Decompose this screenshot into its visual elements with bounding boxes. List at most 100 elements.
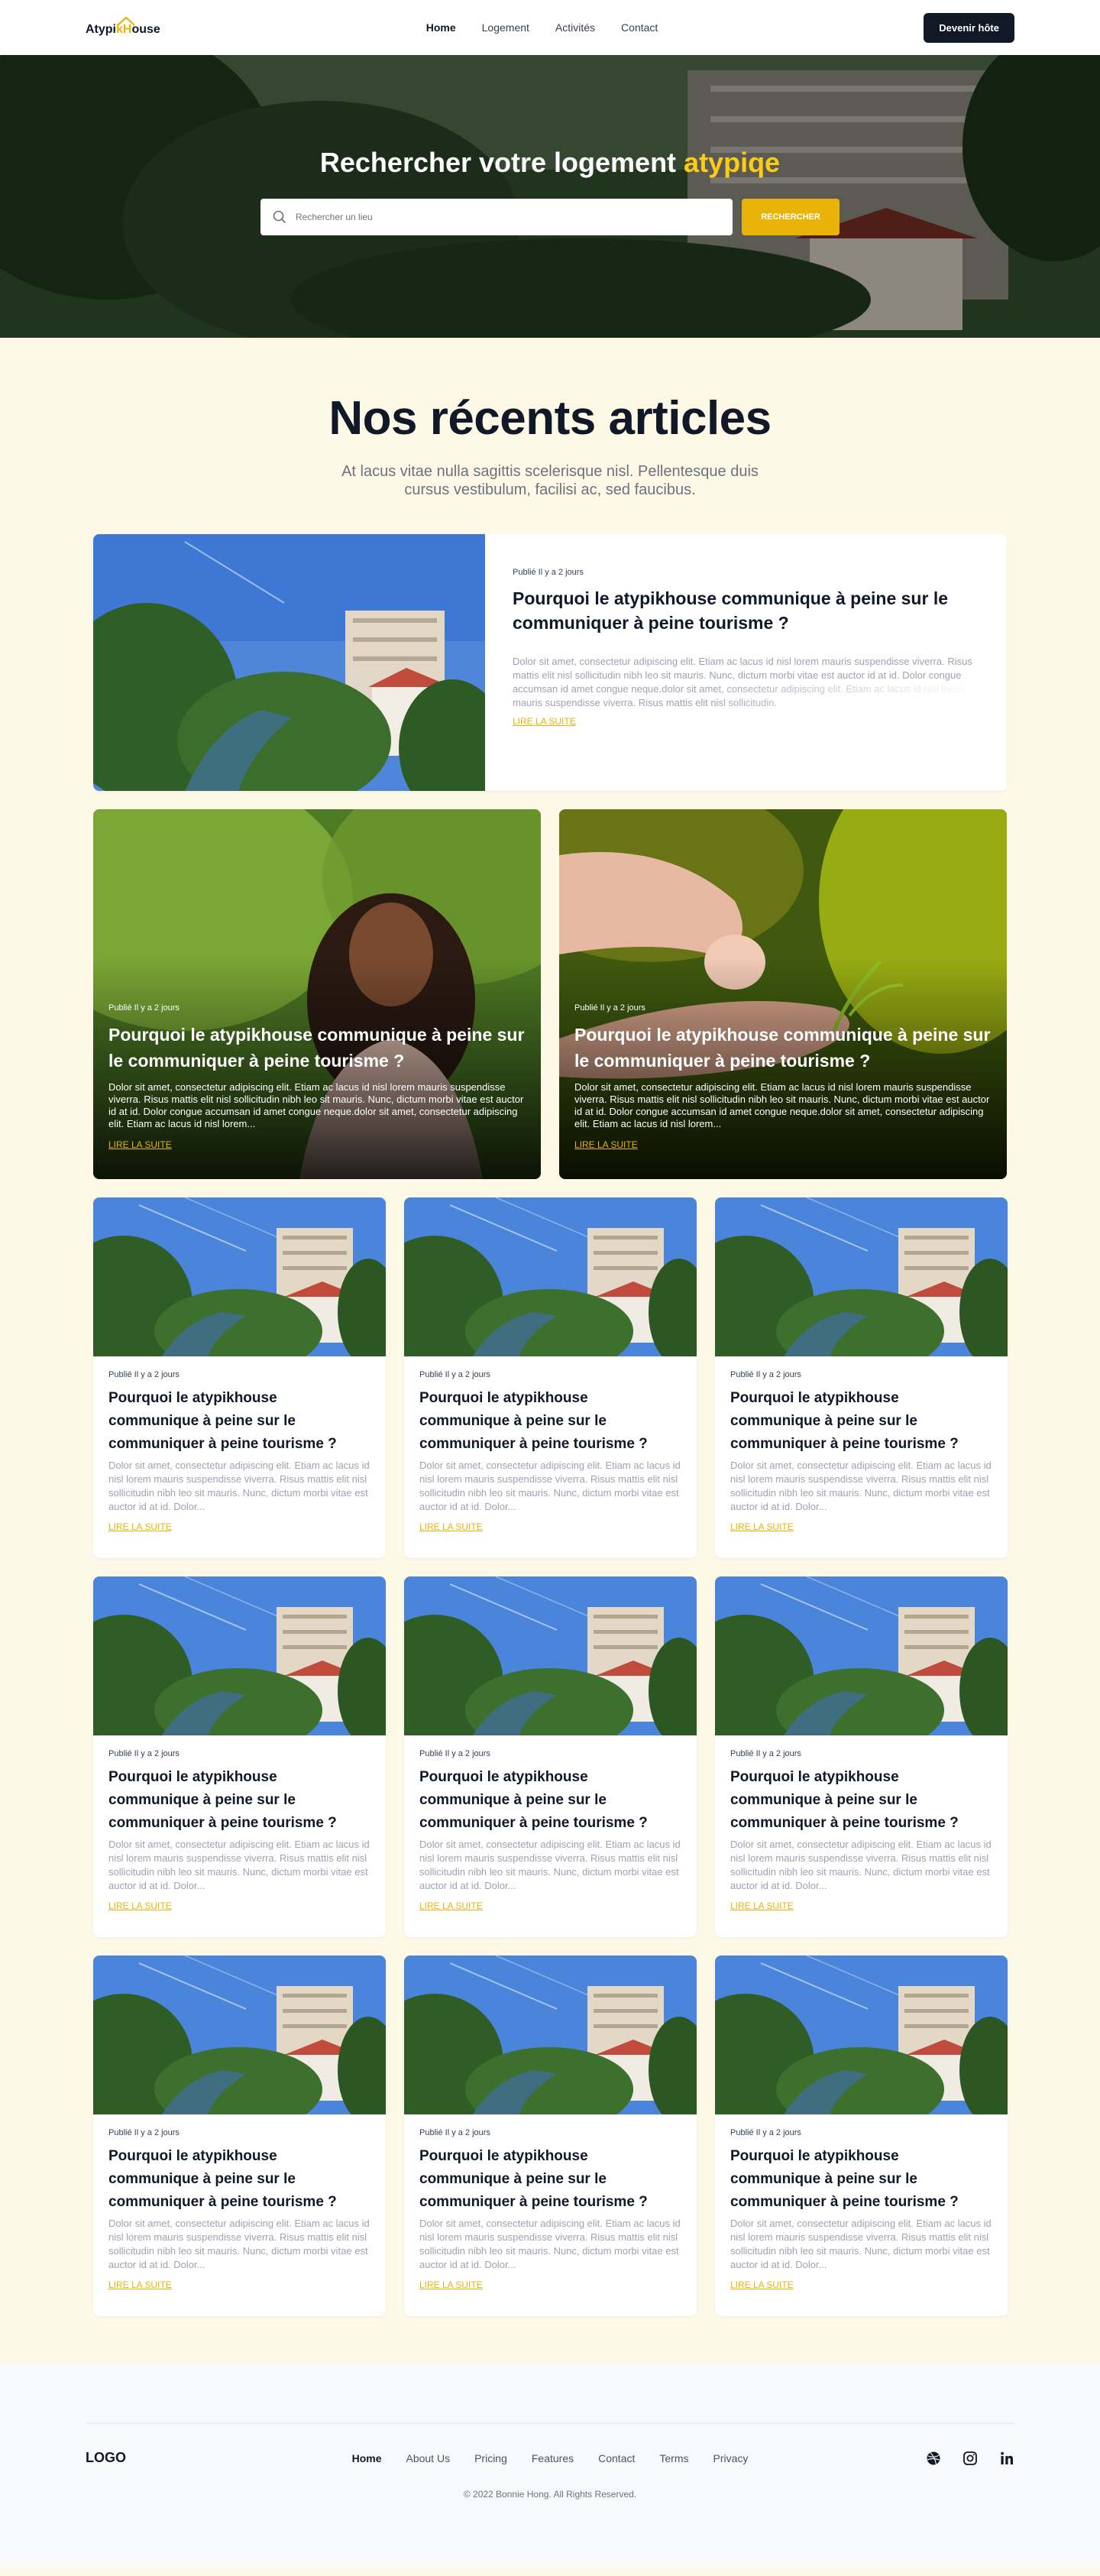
article-excerpt: Dolor sit amet, consectetur adipiscing e… (108, 1081, 524, 1129)
article-card[interactable]: Publié Il y a 2 jours Pourquoi le atypik… (715, 1955, 1008, 2316)
article-date: Publié Il y a 2 jours (419, 1370, 490, 1379)
article-card-body: Publié Il y a 2 jours Pourquoi le atypik… (93, 1735, 386, 1913)
nav-link-contact[interactable]: Contact (621, 21, 658, 34)
footer-logo[interactable]: LOGO (86, 2450, 238, 2466)
articles-section: Nos récents articles At lacus vitae null… (0, 338, 1100, 2362)
hero-title: Rechercher votre logement atypiqe (0, 147, 1100, 179)
article-excerpt: Dolor sit amet, consectetur adipiscing e… (730, 1460, 992, 1512)
footer-link-pricing[interactable]: Pricing (474, 2452, 507, 2464)
article-card-body: Publié Il y a 2 jours Pourquoi le atypik… (715, 2114, 1008, 2292)
article-card[interactable]: Publié Il y a 2 jours Pourquoi le atypik… (93, 1955, 386, 2316)
nav-link-home[interactable]: Home (426, 21, 456, 34)
linkedin-icon[interactable] (999, 2451, 1014, 2466)
article-date: Publié Il y a 2 jours (513, 568, 584, 577)
article-title[interactable]: Pourquoi le atypikhouse communique à pei… (419, 1766, 681, 1835)
search-button[interactable]: RECHERCHER (742, 199, 840, 235)
article-card-image (404, 1197, 697, 1356)
article-card-body: Publié Il y a 2 jours Pourquoi le atypik… (93, 2114, 386, 2292)
overlay-article-body: Publié Il y a 2 jours Pourquoi le atypik… (574, 1003, 992, 1152)
section-subtitle: At lacus vitae nulla sagittis scelerisqu… (341, 463, 759, 498)
article-title[interactable]: Pourquoi le atypikhouse communique à pei… (108, 1766, 370, 1835)
article-title[interactable]: Pourquoi le atypikhouse communique à pei… (108, 2145, 370, 2214)
footer-link-features[interactable]: Features (532, 2452, 574, 2464)
article-title[interactable]: Pourquoi le atypikhouse communique à pei… (730, 2145, 992, 2214)
article-card-body: Publié Il y a 2 jours Pourquoi le atypik… (715, 1356, 1008, 1534)
article-card[interactable]: Publié Il y a 2 jours Pourquoi le atypik… (93, 1197, 386, 1558)
article-excerpt: Dolor sit amet, consectetur adipiscing e… (419, 2218, 681, 2270)
read-more-link[interactable]: LIRE LA SUITE (108, 1900, 172, 1911)
article-title[interactable]: Pourquoi le atypikhouse communique à pei… (574, 1022, 992, 1074)
search-bar: RECHERCHER (0, 199, 1100, 235)
footer-link-contact[interactable]: Contact (598, 2452, 635, 2464)
instagram-icon[interactable] (962, 2451, 978, 2466)
article-title[interactable]: Pourquoi le atypikhouse communique à pei… (730, 1766, 992, 1835)
dribbble-icon[interactable] (926, 2451, 941, 2466)
article-card[interactable]: Publié Il y a 2 jours Pourquoi le atypik… (93, 1576, 386, 1937)
article-card[interactable]: Publié Il y a 2 jours Pourquoi le atypik… (404, 1576, 697, 1937)
section-title: Nos récents articles (328, 392, 772, 445)
article-excerpt: Dolor sit amet, consectetur adipiscing e… (730, 1839, 992, 1891)
article-title[interactable]: Pourquoi le atypikhouse communique à pei… (730, 1387, 992, 1456)
read-more-link[interactable]: LIRE LA SUITE (108, 1139, 172, 1150)
article-excerpt: Dolor sit amet, consectetur adipiscing e… (108, 1839, 370, 1891)
article-card-body: Publié Il y a 2 jours Pourquoi le atypik… (93, 1356, 386, 1534)
article-card-image (93, 1955, 386, 2114)
article-card[interactable]: Publié Il y a 2 jours Pourquoi le atypik… (404, 1955, 697, 2316)
top-navbar: Atypi kH ouse Home Logement Activités Cont… (0, 0, 1100, 55)
hero-title-accent: atypiqe (684, 147, 781, 178)
become-host-button[interactable]: Devenir hôte (924, 12, 1014, 43)
footer-nav: Home About Us Pricing Features Contact T… (352, 2452, 749, 2464)
article-date: Publié Il y a 2 jours (419, 2128, 490, 2137)
article-excerpt: Dolor sit amet, consectetur adipiscing e… (108, 1460, 370, 1512)
article-excerpt: Dolor sit amet, consectetur adipiscing e… (574, 1081, 990, 1129)
search-input[interactable] (296, 212, 720, 222)
read-more-link[interactable]: LIRE LA SUITE (419, 1521, 483, 1532)
read-more-link[interactable]: LIRE LA SUITE (513, 716, 576, 727)
read-more-link[interactable]: LIRE LA SUITE (730, 2280, 794, 2290)
read-more-link[interactable]: LIRE LA SUITE (419, 2280, 483, 2290)
article-card-image (93, 1197, 386, 1356)
article-title[interactable]: Pourquoi le atypikhouse communique à pei… (513, 586, 988, 635)
nav-link-logement[interactable]: Logement (482, 21, 529, 34)
site-footer: LOGO Home About Us Pricing Features Cont… (0, 2362, 1100, 2567)
article-date: Publié Il y a 2 jours (108, 1003, 180, 1013)
article-card-image (404, 1955, 697, 2114)
article-card-body: Publié Il y a 2 jours Pourquoi le atypik… (404, 1735, 697, 1913)
read-more-link[interactable]: LIRE LA SUITE (574, 1139, 638, 1150)
overlay-article-card[interactable]: Publié Il y a 2 jours Pourquoi le atypik… (93, 809, 541, 1179)
footer-link-terms[interactable]: Terms (659, 2452, 688, 2464)
main-nav: Home Logement Activités Contact (426, 21, 658, 34)
read-more-link[interactable]: LIRE LA SUITE (730, 1521, 794, 1532)
site-logo[interactable]: Atypi kH ouse (86, 12, 160, 43)
article-title[interactable]: Pourquoi le atypikhouse communique à pei… (108, 1387, 370, 1456)
article-card[interactable]: Publié Il y a 2 jours Pourquoi le atypik… (404, 1197, 697, 1558)
article-card[interactable]: Publié Il y a 2 jours Pourquoi le atypik… (715, 1197, 1008, 1558)
footer-link-privacy[interactable]: Privacy (713, 2452, 749, 2464)
read-more-link[interactable]: LIRE LA SUITE (730, 1900, 794, 1911)
house-roof-icon (117, 16, 135, 26)
logo-text-left: Atypi (86, 23, 116, 36)
article-date: Publié Il y a 2 jours (419, 1749, 490, 1758)
article-card-image (715, 1955, 1008, 2114)
nav-link-activites[interactable]: Activités (555, 21, 595, 34)
read-more-link[interactable]: LIRE LA SUITE (108, 2280, 172, 2290)
article-title[interactable]: Pourquoi le atypikhouse communique à pei… (108, 1022, 526, 1074)
article-title[interactable]: Pourquoi le atypikhouse communique à pei… (419, 2145, 681, 2214)
featured-duo: Publié Il y a 2 jours Pourquoi le atypik… (93, 809, 1007, 1179)
footer-link-home[interactable]: Home (352, 2452, 382, 2464)
article-card-body: Publié Il y a 2 jours Pourquoi le atypik… (404, 1356, 697, 1534)
search-field-wrapper[interactable] (260, 199, 733, 235)
article-card[interactable]: Publié Il y a 2 jours Pourquoi le atypik… (715, 1576, 1008, 1937)
read-more-link[interactable]: LIRE LA SUITE (108, 1521, 172, 1532)
article-title[interactable]: Pourquoi le atypikhouse communique à pei… (419, 1387, 681, 1456)
article-date: Publié Il y a 2 jours (108, 1749, 180, 1758)
copyright-text: © 2022 Bonnie Hong. All Rights Reserved. (463, 2489, 637, 2500)
article-excerpt: Dolor sit amet, consectetur adipiscing e… (419, 1839, 681, 1891)
article-card-image (404, 1576, 697, 1735)
article-grid: Publié Il y a 2 jours Pourquoi le atypik… (93, 1197, 1008, 2316)
hero-content: Rechercher votre logement atypiqe RECHER… (0, 147, 1100, 235)
footer-link-about[interactable]: About Us (406, 2452, 450, 2464)
overlay-article-card[interactable]: Publié Il y a 2 jours Pourquoi le atypik… (559, 809, 1007, 1179)
featured-article[interactable]: Publié Il y a 2 jours Pourquoi le atypik… (93, 534, 1007, 791)
read-more-link[interactable]: LIRE LA SUITE (419, 1900, 483, 1911)
